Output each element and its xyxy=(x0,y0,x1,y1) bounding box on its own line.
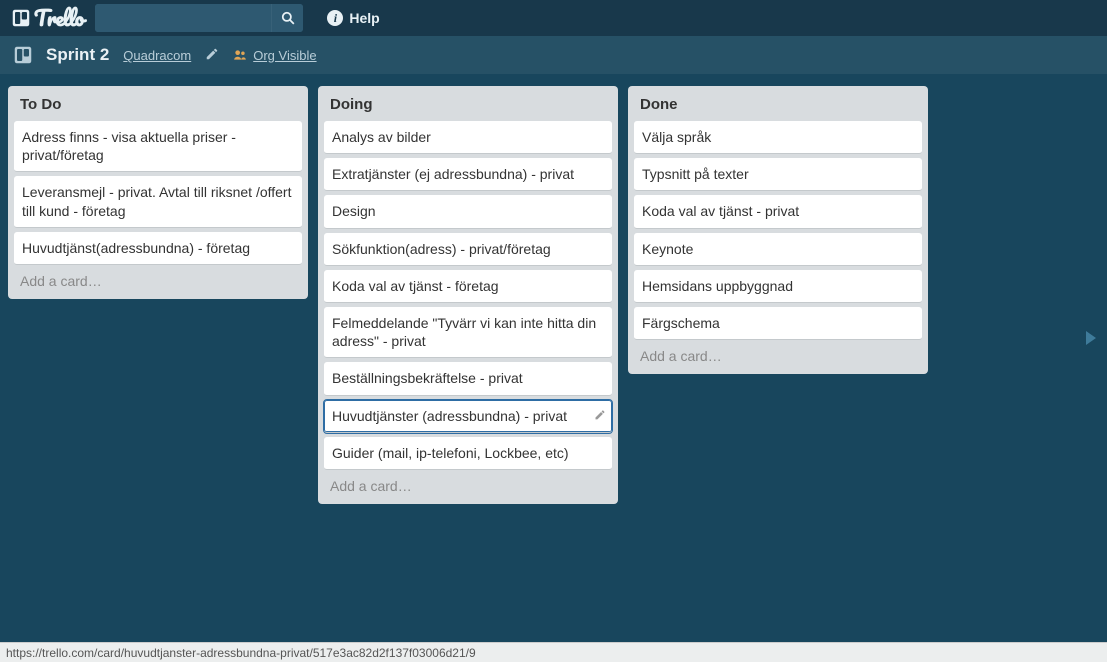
search-icon xyxy=(281,11,295,25)
search-input[interactable] xyxy=(95,4,271,32)
card-text: Typsnitt på texter xyxy=(642,166,749,182)
card-text: Felmeddelande "Tyvärr vi kan inte hitta … xyxy=(332,315,596,349)
card[interactable]: Leveransmejl - privat. Avtal till riksne… xyxy=(14,176,302,227)
add-card-button[interactable]: Add a card… xyxy=(324,470,612,500)
card-text: Koda val av tjänst - företag xyxy=(332,278,499,294)
help-link[interactable]: i Help xyxy=(327,10,379,26)
card[interactable]: Sökfunktion(adress) - privat/företag xyxy=(324,233,612,266)
list: Done Välja språk Typsnitt på texter Koda va… xyxy=(628,86,928,374)
org-link-wrap: Quadracom xyxy=(123,47,191,63)
card-text: Huvudtjänster (adressbundna) - privat xyxy=(332,408,567,424)
card-text: Guider (mail, ip-telefoni, Lockbee, etc) xyxy=(332,445,569,461)
list-title[interactable]: Done xyxy=(634,92,922,121)
card-text: Beställningsbekräftelse - privat xyxy=(332,370,523,386)
card[interactable]: Extratjänster (ej adressbundna) - privat xyxy=(324,158,612,191)
add-card-button[interactable]: Add a card… xyxy=(634,340,922,370)
card-text: Leveransmejl - privat. Avtal till riksne… xyxy=(22,184,291,218)
list: To Do Adress finns - visa aktuella priser… xyxy=(8,86,308,299)
card-text: Extratjänster (ej adressbundna) - privat xyxy=(332,166,574,182)
visibility[interactable]: Org Visible xyxy=(233,48,316,63)
logo-text: Trello xyxy=(34,1,83,36)
card-text: Koda val av tjänst - privat xyxy=(642,203,799,219)
top-header: Trello i Help xyxy=(0,0,1107,36)
card[interactable]: Huvudtjänster (adressbundna) - privat xyxy=(324,400,612,433)
card[interactable]: Keynote xyxy=(634,233,922,266)
chevron-right-icon xyxy=(1085,331,1097,345)
list-title[interactable]: Doing xyxy=(324,92,612,121)
board-title: Sprint 2 xyxy=(46,45,109,65)
card[interactable]: Typsnitt på texter xyxy=(634,158,922,191)
card-text: Adress finns - visa aktuella priser - pr… xyxy=(22,129,236,163)
list-title[interactable]: To Do xyxy=(14,92,302,121)
card-container: Analys av bilder Extratjänster (ej adress… xyxy=(324,121,612,470)
card-text: Design xyxy=(332,203,376,219)
status-bar: https://trello.com/card/huvudtjanster-ad… xyxy=(0,642,1107,662)
card-text: Hemsidans uppbyggnad xyxy=(642,278,793,294)
search-button[interactable] xyxy=(271,4,303,32)
card[interactable]: Analys av bilder xyxy=(324,121,612,154)
info-icon: i xyxy=(327,10,343,26)
card[interactable]: Beställningsbekräftelse - privat xyxy=(324,362,612,395)
group-icon xyxy=(233,48,247,62)
scroll-right-button[interactable] xyxy=(1085,331,1097,350)
card[interactable]: Hemsidans uppbyggnad xyxy=(634,270,922,303)
card[interactable]: Färgschema xyxy=(634,307,922,340)
card[interactable]: Koda val av tjänst - privat xyxy=(634,195,922,228)
trello-logo-icon xyxy=(12,9,30,27)
card[interactable]: Välja språk xyxy=(634,121,922,154)
card[interactable]: Guider (mail, ip-telefoni, Lockbee, etc) xyxy=(324,437,612,470)
card-text: Analys av bilder xyxy=(332,129,431,145)
card[interactable]: Design xyxy=(324,195,612,228)
card-container: Adress finns - visa aktuella priser - pr… xyxy=(14,121,302,265)
card-text: Välja språk xyxy=(642,129,711,145)
org-link[interactable]: Quadracom xyxy=(123,48,191,63)
card-text: Färgschema xyxy=(642,315,720,331)
card[interactable]: Koda val av tjänst - företag xyxy=(324,270,612,303)
board-canvas: To Do Adress finns - visa aktuella priser… xyxy=(0,74,1107,642)
add-card-button[interactable]: Add a card… xyxy=(14,265,302,295)
search-wrap xyxy=(95,4,303,32)
card-container: Välja språk Typsnitt på texter Koda val av… xyxy=(634,121,922,340)
card-text: Sökfunktion(adress) - privat/företag xyxy=(332,241,551,257)
status-bar-text: https://trello.com/card/huvudtjanster-ad… xyxy=(6,646,476,660)
help-label: Help xyxy=(349,10,379,26)
rename-board-button[interactable] xyxy=(205,47,219,64)
board-header: Sprint 2 Quadracom Org Visible xyxy=(0,36,1107,74)
card[interactable]: Huvudtjänst(adressbundna) - företag xyxy=(14,232,302,265)
card[interactable]: Adress finns - visa aktuella priser - pr… xyxy=(14,121,302,172)
pencil-icon xyxy=(205,47,219,61)
visibility-label[interactable]: Org Visible xyxy=(253,48,316,63)
logo[interactable]: Trello xyxy=(8,1,87,36)
board-icon xyxy=(14,46,32,64)
card[interactable]: Felmeddelande "Tyvärr vi kan inte hitta … xyxy=(324,307,612,358)
card-text: Huvudtjänst(adressbundna) - företag xyxy=(22,240,250,256)
card-edit-icon[interactable] xyxy=(594,407,606,425)
list: Doing Analys av bilder Extratjänster (ej a… xyxy=(318,86,618,504)
card-text: Keynote xyxy=(642,241,693,257)
